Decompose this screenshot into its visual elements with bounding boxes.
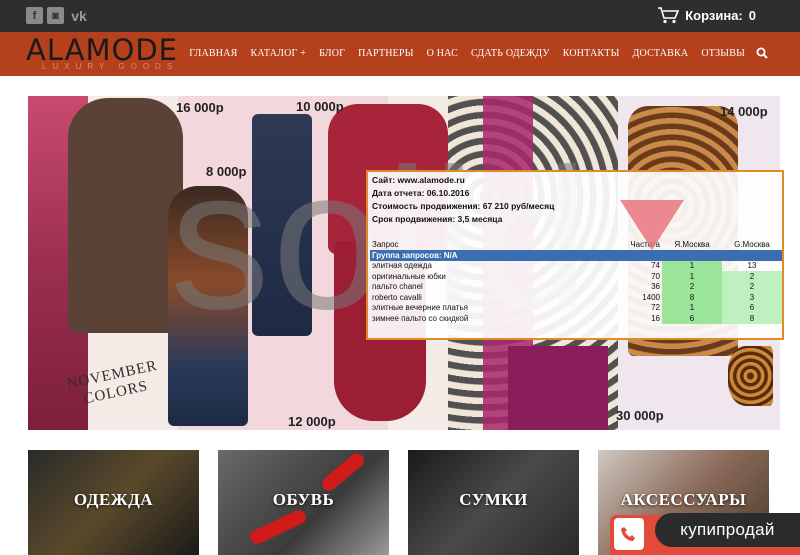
product-image-jeans (252, 114, 312, 336)
nav-item[interactable]: ДОСТАВКА (633, 48, 689, 59)
table-cell: 1400 (642, 292, 660, 302)
table-row: оригинальные юбки 70 1 2 (370, 271, 782, 282)
shoe-decoration (319, 450, 367, 494)
table-cell: 8 (722, 313, 782, 324)
nav-item[interactable]: О НАС (427, 48, 458, 59)
table-group-row: Группа запросов: N/A (370, 250, 782, 261)
shoe-decoration (247, 507, 309, 547)
price-label: 8 000р (206, 164, 247, 179)
report-site: Сайт: www.alamode.ru (372, 175, 465, 185)
table-cell: 16 (651, 313, 660, 323)
report-term: Срок продвижения: 3,5 месяца (372, 214, 503, 224)
site-logo[interactable]: ALAMODE (26, 36, 178, 65)
product-image-coat (68, 98, 183, 333)
table-cell: элитная одежда (372, 261, 432, 271)
top-bar: f ◙ vk Корзина: 0 (0, 0, 800, 32)
table-cell: 13 (747, 261, 757, 271)
table-cell: элитные вечерние платья (372, 303, 468, 313)
category-tile-shoes[interactable]: ОБУВЬ (218, 450, 389, 555)
table-row: пальто chanel 36 2 2 (370, 281, 782, 292)
table-cell: 2 (662, 281, 722, 292)
price-label: 30 000р (616, 408, 664, 423)
nav-item[interactable]: БЛОГ (319, 48, 345, 59)
col-header: G.Москва (734, 239, 770, 249)
nav-item[interactable]: ПАРТНЕРЫ (358, 48, 413, 59)
category-tile-bags[interactable]: СУМКИ (408, 450, 579, 555)
nav-item[interactable]: ОТЗЫВЫ (701, 48, 745, 59)
table-cell: 1 (662, 271, 722, 282)
table-cell: 70 (651, 271, 660, 281)
table-cell: roberto cavalli (372, 292, 422, 302)
table-cell: 72 (651, 303, 660, 313)
table-header-row: Запрос Частота Я.Москва G.Москва (370, 238, 782, 250)
table-row: элитная одежда 74 1 13 (370, 260, 782, 271)
search-icon[interactable] (756, 47, 768, 59)
table-cell: 1 (662, 302, 722, 313)
main-nav: ГЛАВНАЯ КАТАЛОГ + БЛОГ ПАРТНЕРЫ О НАС СДАТЬ О… (189, 48, 770, 59)
phone-icon[interactable] (614, 518, 644, 550)
social-links: f ◙ vk (26, 7, 90, 24)
table-row: roberto cavalli 1400 8 3 (370, 292, 782, 303)
table-cell: 6 (722, 302, 782, 313)
table-cell: 2 (722, 281, 782, 292)
nav-item[interactable]: КАТАЛОГ + (251, 48, 307, 59)
table-cell: 1 (662, 260, 722, 271)
report-cost: Стоимость продвижения: 67 210 руб/месяц (372, 201, 555, 211)
logo-tagline: LUXURY GOODS (42, 62, 179, 71)
table-cell: пальто chanel (372, 282, 423, 292)
nav-item[interactable]: СДАТЬ ОДЕЖДУ (471, 48, 550, 59)
table-cell: 8 (662, 292, 722, 303)
product-image-model (168, 186, 248, 426)
product-image-shoe (728, 346, 773, 406)
price-label: 10 000р (296, 99, 344, 114)
group-label: Группа запросов: N/A (370, 250, 782, 261)
category-label: АКСЕССУАРЫ (620, 490, 747, 509)
report-table: Запрос Частота Я.Москва G.Москва Группа … (370, 238, 782, 324)
report-date: Дата отчета: 06.10.2016 (372, 188, 470, 198)
category-label: ОДЕЖДА (73, 490, 154, 509)
table-cell: 3 (722, 292, 782, 303)
nav-item[interactable]: КОНТАКТЫ (563, 48, 620, 59)
nav-item[interactable]: ГЛАВНАЯ (189, 48, 237, 59)
table-cell: 6 (662, 313, 722, 324)
facebook-icon[interactable]: f (26, 7, 43, 24)
instagram-icon[interactable]: ◙ (47, 7, 64, 24)
table-cell: оригинальные юбки (372, 271, 446, 281)
cart-label: Корзина: (685, 7, 743, 23)
vk-icon[interactable]: vk (68, 7, 90, 24)
category-tile-clothing[interactable]: ОДЕЖДА (28, 450, 199, 555)
table-cell: зимнее пальто со скидкой (372, 313, 469, 323)
table-cell: 2 (722, 271, 782, 282)
kupiprodai-badge[interactable]: купипродай (655, 513, 800, 547)
price-label: 12 000р (288, 414, 336, 429)
watermark-triangle (620, 200, 684, 250)
table-cell: 74 (651, 261, 660, 271)
col-header: Запрос (372, 239, 399, 249)
price-label: 16 000р (176, 100, 224, 115)
table-row: элитные вечерние платья 72 1 6 (370, 302, 782, 313)
price-label: 14 000р (720, 104, 768, 119)
seo-report-panel: Сайт: www.alamode.ru Дата отчета: 06.10.… (366, 170, 784, 340)
category-label: ОБУВЬ (272, 490, 335, 509)
table-cell: 36 (651, 282, 660, 292)
category-label: СУМКИ (459, 490, 528, 509)
phone-glyph (621, 527, 635, 541)
cart-icon (658, 7, 680, 24)
product-image-top (508, 346, 608, 430)
table-row: зимнее пальто со скидкой 16 6 8 (370, 313, 782, 324)
cart-count: 0 (748, 7, 756, 23)
cart-link[interactable]: Корзина: 0 (657, 6, 756, 24)
